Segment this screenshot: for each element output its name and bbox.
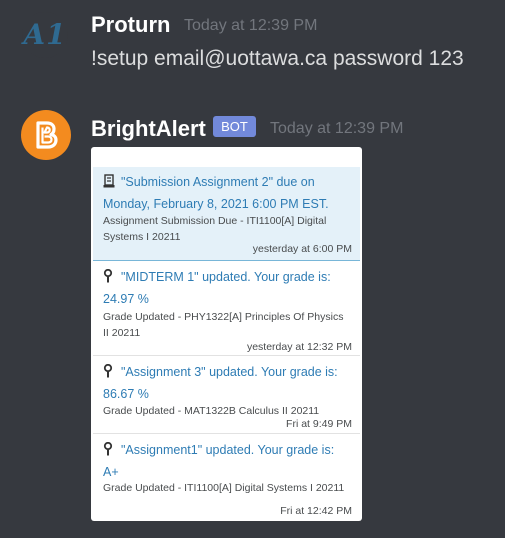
- bot-avatar[interactable]: [21, 110, 71, 160]
- bot-badge: BOT: [213, 116, 256, 137]
- notification-title[interactable]: "MIDTERM 1" updated. Your grade is: 24.9…: [103, 267, 352, 309]
- notification-title-text: "Assignment1" updated. Your grade is: A+: [103, 443, 335, 479]
- notification-title[interactable]: "Assignment 3" updated. Your grade is: 8…: [103, 362, 352, 404]
- notification-card: "Submission Assignment 2" due on Monday,…: [91, 147, 362, 521]
- author-name[interactable]: BrightAlert: [91, 116, 206, 142]
- notification-title[interactable]: "Submission Assignment 2" due on Monday,…: [103, 172, 352, 214]
- notification-time: yesterday at 12:32 PM: [246, 341, 352, 353]
- notification-title-text: "Submission Assignment 2" due on Monday,…: [103, 175, 329, 211]
- notification-description: Grade Updated - PHY1322[A] Principles Of…: [103, 311, 344, 339]
- notification-item[interactable]: "Submission Assignment 2" due on Monday,…: [93, 167, 360, 261]
- grade-icon: [103, 268, 117, 289]
- notification-description: Assignment Submission Due - ITI1100[A] D…: [103, 215, 327, 243]
- notification-title-text: "Assignment 3" updated. Your grade is: 8…: [103, 365, 338, 401]
- user-avatar[interactable]: A1: [22, 12, 68, 58]
- message-content: !setup email@uottawa.ca password 123: [91, 47, 464, 70]
- brightspace-logo-icon: [36, 121, 58, 149]
- notification-item[interactable]: "MIDTERM 1" updated. Your grade is: 24.9…: [93, 262, 360, 356]
- notification-description: Grade Updated - MAT1322B Calculus II 202…: [103, 405, 320, 417]
- notification-item[interactable]: "Assignment1" updated. Your grade is: A+…: [93, 435, 360, 521]
- notification-time: Fri at 12:42 PM: [280, 505, 352, 517]
- grade-icon: [103, 441, 117, 462]
- notification-time: yesterday at 6:00 PM: [252, 243, 352, 255]
- author-name[interactable]: Proturn: [91, 12, 170, 38]
- notification-time: Fri at 9:49 PM: [286, 418, 352, 430]
- message-timestamp: Today at 12:39 PM: [270, 120, 404, 137]
- message-timestamp: Today at 12:39 PM: [184, 17, 318, 34]
- notification-title[interactable]: "Assignment1" updated. Your grade is: A+: [103, 440, 352, 482]
- assignment-icon: [103, 174, 117, 194]
- notification-item[interactable]: "Assignment 3" updated. Your grade is: 8…: [93, 357, 360, 434]
- notification-description: Grade Updated - ITI1100[A] Digital Syste…: [103, 482, 345, 494]
- notification-title-text: "MIDTERM 1" updated. Your grade is: 24.9…: [103, 270, 331, 306]
- grade-icon: [103, 363, 117, 384]
